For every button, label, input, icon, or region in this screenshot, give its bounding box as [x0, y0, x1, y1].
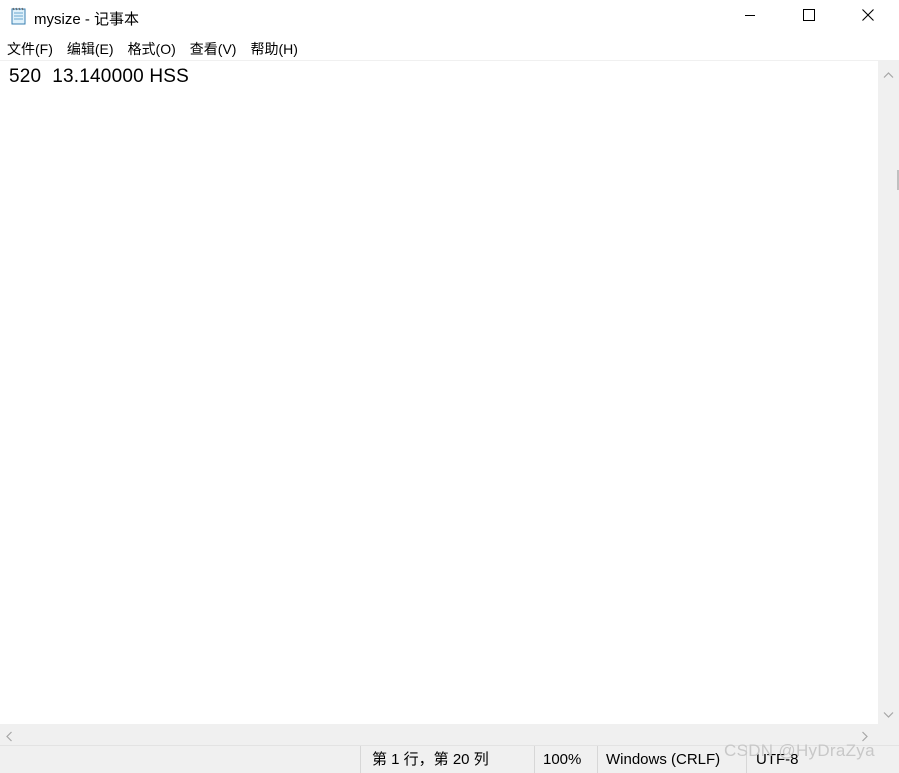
window-title: mysize - 记事本	[34, 11, 140, 28]
menu-format[interactable]: 格式(O)	[121, 37, 183, 59]
notepad-icon	[10, 7, 28, 25]
menu-bar: 文件(F) 编辑(E) 格式(O) 查看(V) 帮助(H)	[0, 37, 899, 59]
vertical-scrollbar[interactable]	[878, 60, 899, 724]
scrollbar-corner	[878, 724, 899, 745]
status-zoom: 100%	[534, 746, 597, 773]
menu-view[interactable]: 查看(V)	[183, 37, 244, 59]
minimize-button[interactable]	[721, 0, 779, 34]
maximize-icon	[803, 8, 815, 26]
text-editor[interactable]: 520 13.140000 HSS	[0, 60, 878, 724]
status-cursor-position: 第 1 行，第 20 列	[360, 746, 534, 773]
menu-edit[interactable]: 编辑(E)	[60, 37, 121, 59]
close-button[interactable]	[839, 0, 897, 34]
menu-file[interactable]: 文件(F)	[0, 37, 60, 59]
scroll-down-icon[interactable]	[883, 706, 894, 724]
close-icon	[862, 8, 874, 26]
scroll-up-icon[interactable]	[883, 66, 894, 84]
menu-help[interactable]: 帮助(H)	[243, 37, 304, 59]
editor-content[interactable]: 520 13.140000 HSS	[9, 66, 189, 88]
title-bar[interactable]: mysize - 记事本	[0, 0, 899, 34]
maximize-button[interactable]	[780, 0, 838, 34]
minimize-icon	[744, 8, 756, 26]
watermark: CSDN @HyDraZya	[724, 741, 875, 760]
